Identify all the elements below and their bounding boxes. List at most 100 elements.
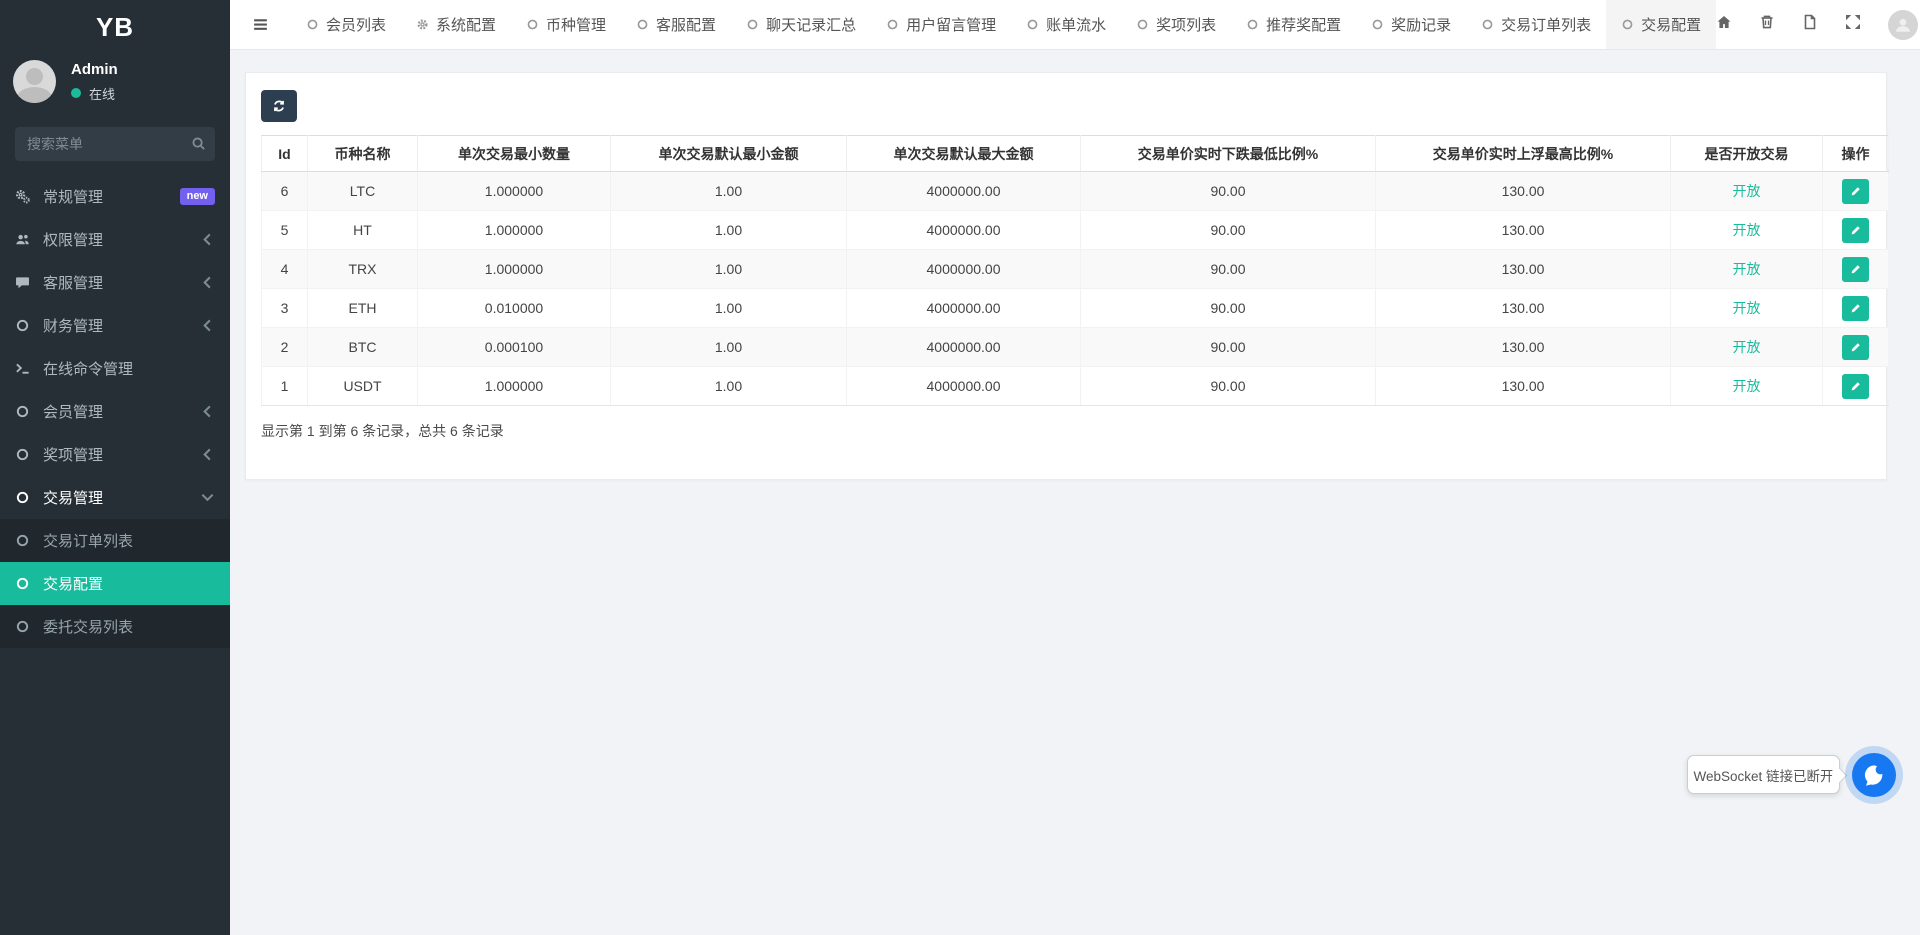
tab-label: 奖项列表 bbox=[1156, 14, 1216, 35]
table-cell: HT bbox=[308, 211, 418, 250]
refresh-button[interactable] bbox=[261, 90, 297, 122]
search-input[interactable] bbox=[15, 127, 215, 161]
sidebar-item-交易管理: 交易管理交易订单列表交易配置委托交易列表 bbox=[0, 476, 230, 648]
sidebar-item-row[interactable]: 奖项管理 bbox=[0, 433, 230, 476]
tab-系统配置[interactable]: 系统配置 bbox=[401, 0, 511, 49]
sidebar-item-row[interactable]: 常规管理new bbox=[0, 175, 230, 218]
table-row: 4TRX1.0000001.004000000.0090.00130.00开放 bbox=[262, 250, 1889, 289]
sidebar-item-row[interactable]: 交易管理 bbox=[0, 476, 230, 519]
table-cell: BTC bbox=[308, 328, 418, 367]
edit-button[interactable] bbox=[1842, 374, 1869, 399]
chevron-left-icon bbox=[200, 232, 215, 247]
circle-icon bbox=[1481, 18, 1494, 31]
table-cell: 1.000000 bbox=[418, 211, 611, 250]
navbar-user-menu[interactable]: Admin bbox=[1888, 10, 1920, 40]
navbar-actions: Admin bbox=[1716, 0, 1920, 49]
expand-icon[interactable] bbox=[1845, 14, 1861, 35]
user-name: Admin bbox=[71, 61, 118, 78]
navbar-avatar bbox=[1888, 10, 1918, 40]
circle-icon bbox=[15, 490, 30, 505]
tab-聊天记录汇总[interactable]: 聊天记录汇总 bbox=[731, 0, 871, 49]
records-summary: 显示第 1 到第 6 条记录，总共 6 条记录 bbox=[261, 421, 1886, 441]
circle-icon bbox=[1026, 18, 1039, 31]
tab-推荐奖配置[interactable]: 推荐奖配置 bbox=[1231, 0, 1356, 49]
sidebar-item-row[interactable]: 财务管理 bbox=[0, 304, 230, 347]
sidebar-item-row[interactable]: 权限管理 bbox=[0, 218, 230, 261]
sidebar-item-row[interactable]: 会员管理 bbox=[0, 390, 230, 433]
table-cell: 4000000.00 bbox=[847, 289, 1081, 328]
sidebar-item-row[interactable]: 客服管理 bbox=[0, 261, 230, 304]
file-icon[interactable] bbox=[1802, 14, 1818, 35]
tab-客服配置[interactable]: 客服配置 bbox=[621, 0, 731, 49]
table-cell-status: 开放 bbox=[1671, 172, 1823, 211]
cogs-icon bbox=[15, 189, 30, 204]
tab-交易订单列表[interactable]: 交易订单列表 bbox=[1466, 0, 1606, 49]
websocket-status-tooltip: WebSocket 链接已断开 bbox=[1687, 755, 1840, 794]
sidebar-subitem-row[interactable]: 交易配置 bbox=[0, 562, 230, 605]
circle-icon bbox=[15, 447, 30, 462]
table-cell: 2 bbox=[262, 328, 308, 367]
tab-交易配置[interactable]: 交易配置 bbox=[1606, 0, 1716, 49]
sidebar-subitem-label: 委托交易列表 bbox=[43, 616, 215, 637]
status-open-label: 开放 bbox=[1733, 261, 1761, 277]
table-cell: 4 bbox=[262, 250, 308, 289]
column-header: 交易单价实时上浮最高比例% bbox=[1376, 136, 1671, 172]
table-cell: 4000000.00 bbox=[847, 172, 1081, 211]
chevron-left-icon bbox=[200, 275, 215, 290]
user-info: Admin 在线 bbox=[71, 61, 118, 103]
sidebar-subitem-row[interactable]: 交易订单列表 bbox=[0, 519, 230, 562]
terminal-icon bbox=[15, 361, 30, 376]
table-cell-status: 开放 bbox=[1671, 250, 1823, 289]
sidebar-item-奖项管理: 奖项管理 bbox=[0, 433, 230, 476]
status-open-label: 开放 bbox=[1733, 183, 1761, 199]
trash-icon[interactable] bbox=[1759, 14, 1775, 35]
edit-button[interactable] bbox=[1842, 218, 1869, 243]
sidebar-item-row[interactable]: 在线命令管理 bbox=[0, 347, 230, 390]
table-header-row: Id币种名称单次交易最小数量单次交易默认最小金额单次交易默认最大金额交易单价实时… bbox=[262, 136, 1889, 172]
table-cell: 4000000.00 bbox=[847, 211, 1081, 250]
circle-icon bbox=[636, 18, 649, 31]
circle-icon bbox=[1246, 18, 1259, 31]
tab-label: 会员列表 bbox=[326, 14, 386, 35]
table-cell: 4000000.00 bbox=[847, 250, 1081, 289]
sidebar-item-label: 常规管理 bbox=[43, 186, 167, 207]
sidebar-subitem-row[interactable]: 委托交易列表 bbox=[0, 605, 230, 648]
table-cell-status: 开放 bbox=[1671, 211, 1823, 250]
status-open-label: 开放 bbox=[1733, 222, 1761, 238]
table-cell: USDT bbox=[308, 367, 418, 406]
edit-button[interactable] bbox=[1842, 335, 1869, 360]
gear-icon bbox=[416, 18, 429, 31]
chat-bubble-icon[interactable] bbox=[1852, 753, 1896, 797]
circle-icon bbox=[746, 18, 759, 31]
tab-奖励记录[interactable]: 奖励记录 bbox=[1356, 0, 1466, 49]
table-cell: 1.00 bbox=[611, 328, 847, 367]
hamburger-menu-icon[interactable] bbox=[230, 0, 291, 49]
search-icon[interactable] bbox=[191, 136, 206, 154]
table-cell: 1.000000 bbox=[418, 250, 611, 289]
sidebar-item-label: 财务管理 bbox=[43, 315, 187, 336]
table-row: 5HT1.0000001.004000000.0090.00130.00开放 bbox=[262, 211, 1889, 250]
tab-label: 奖励记录 bbox=[1391, 14, 1451, 35]
tab-币种管理[interactable]: 币种管理 bbox=[511, 0, 621, 49]
table-cell: 1.00 bbox=[611, 172, 847, 211]
edit-button[interactable] bbox=[1842, 179, 1869, 204]
navbar-tabs: 会员列表系统配置 币种管理客服配置聊天记录汇总用户留言管理账单流水 奖项列表推荐奖配… bbox=[291, 0, 1716, 49]
table-cell: 130.00 bbox=[1376, 367, 1671, 406]
sidebar-item-label: 交易管理 bbox=[43, 487, 187, 508]
edit-button[interactable] bbox=[1842, 296, 1869, 321]
tab-会员列表[interactable]: 会员列表 bbox=[291, 0, 401, 49]
chevron-left-icon bbox=[200, 447, 215, 462]
chevron-left-icon bbox=[200, 318, 215, 333]
tab-账单流水[interactable]: 账单流水 bbox=[1011, 0, 1121, 49]
tab-用户留言管理[interactable]: 用户留言管理 bbox=[871, 0, 1011, 49]
circle-icon bbox=[526, 18, 539, 31]
sidebar: YB Admin 在线 常规管理new权限管理客服管理财务管理在线命令管理会员管… bbox=[0, 0, 230, 935]
tab-label: 币种管理 bbox=[546, 14, 606, 35]
edit-button[interactable] bbox=[1842, 257, 1869, 282]
home-icon[interactable] bbox=[1716, 14, 1732, 35]
table-cell: 5 bbox=[262, 211, 308, 250]
table-cell: 90.00 bbox=[1081, 211, 1376, 250]
table-cell-status: 开放 bbox=[1671, 289, 1823, 328]
tab-奖项列表[interactable]: 奖项列表 bbox=[1121, 0, 1231, 49]
sidebar-subitem-label: 交易订单列表 bbox=[43, 530, 215, 551]
